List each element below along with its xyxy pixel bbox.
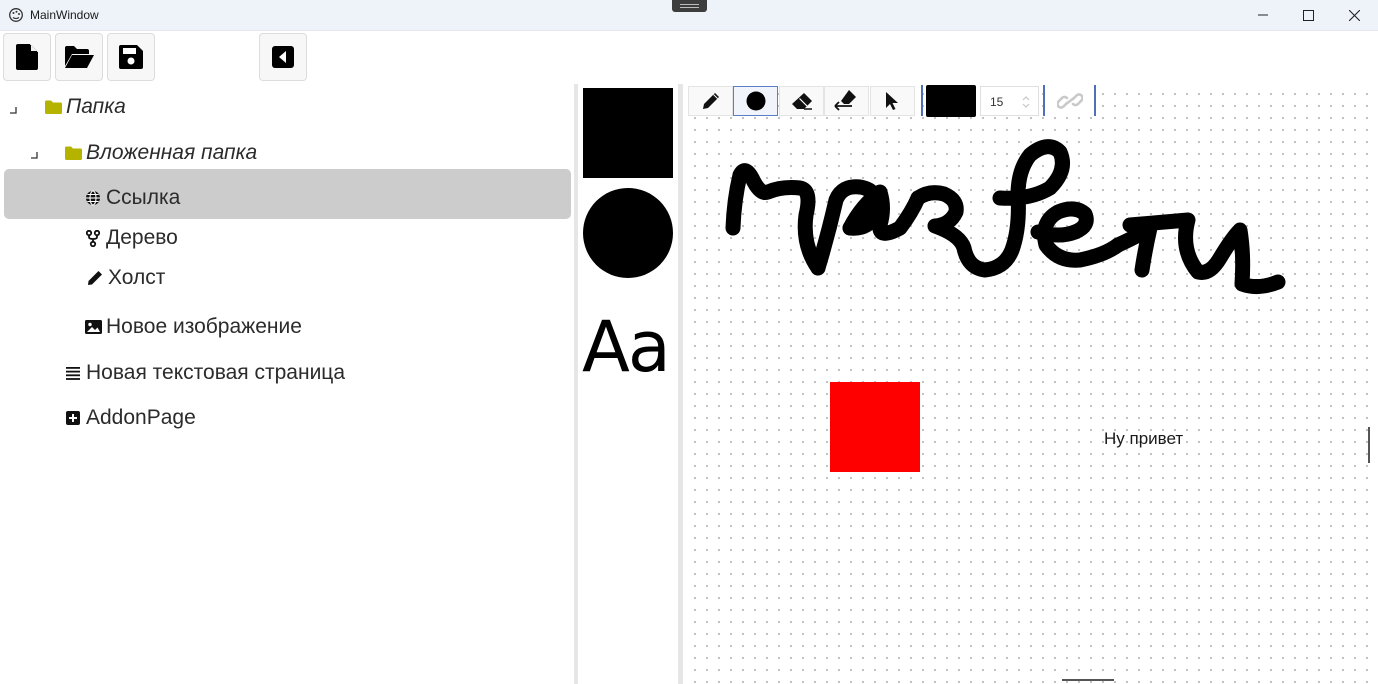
save-button[interactable]: [107, 33, 155, 81]
circle-brush-tool[interactable]: [733, 86, 778, 116]
tree-item-new-image[interactable]: Новое изображение: [84, 307, 302, 347]
title-bar: MainWindow: [0, 0, 1378, 31]
collapse-icon[interactable]: [30, 148, 40, 159]
palette-square[interactable]: [583, 88, 673, 178]
tree-item-addon-page[interactable]: AddonPage: [64, 398, 196, 438]
vertical-scrollbar[interactable]: [1368, 427, 1370, 463]
tree-item-canvas[interactable]: Холст: [86, 258, 165, 298]
text-lines-icon: [64, 364, 82, 382]
circle-brush-icon: [746, 91, 765, 111]
toolbar-separator: [1094, 85, 1096, 116]
snap-grip[interactable]: [672, 0, 707, 12]
new-file-button[interactable]: [3, 33, 51, 81]
tree-item-nested-folder[interactable]: Вложенная папка: [64, 133, 257, 173]
caret-left-square-icon: [272, 46, 294, 68]
tree-item-folder[interactable]: Папка: [44, 87, 126, 127]
collapse-panel-button[interactable]: [259, 33, 307, 81]
image-icon: [84, 318, 102, 336]
file-icon: [16, 44, 38, 70]
drawing-canvas[interactable]: [685, 84, 1378, 684]
minimize-button[interactable]: [1240, 0, 1286, 31]
branch-icon: [84, 229, 102, 247]
pointer-icon: [885, 92, 898, 110]
maximize-button[interactable]: [1285, 0, 1331, 31]
pencil-tool[interactable]: [688, 86, 733, 116]
erase-back-tool[interactable]: [824, 86, 869, 116]
page-tree: Папка Вложенная папка Ссылка Дерево Холс…: [0, 84, 574, 684]
stepper-arrows-icon[interactable]: [1021, 94, 1031, 110]
select-tool[interactable]: [870, 86, 915, 116]
close-button[interactable]: [1331, 0, 1377, 31]
pencil-icon: [86, 269, 104, 287]
link-icon: [1057, 93, 1083, 109]
eraser-icon: [791, 93, 812, 110]
floppy-disk-icon: [119, 45, 143, 69]
palette-splitter[interactable]: [678, 84, 683, 684]
tree-item-label: Ссылка: [106, 186, 181, 209]
folder-icon: [44, 98, 62, 116]
tree-item-label: Холст: [108, 266, 166, 289]
pencil-icon: [702, 93, 719, 109]
brush-size-value: 15: [990, 95, 1004, 109]
tree-item-label: AddonPage: [86, 406, 196, 429]
tree-splitter[interactable]: [574, 84, 578, 684]
tree-item-text-page[interactable]: Новая текстовая страница: [64, 353, 345, 393]
canvas-red-square[interactable]: [830, 382, 920, 472]
erase-back-icon: [833, 90, 856, 111]
tree-item-label: Новое изображение: [106, 315, 302, 338]
horizontal-scrollbar[interactable]: [1062, 679, 1114, 681]
minimize-icon: [1258, 14, 1268, 16]
link-button[interactable]: [1047, 86, 1093, 116]
tree-item-label: Вложенная папка: [86, 141, 258, 164]
folder-open-icon: [65, 46, 94, 68]
folder-icon: [64, 144, 82, 162]
tree-item-link[interactable]: Ссылка: [84, 178, 180, 218]
open-folder-button[interactable]: [55, 33, 103, 81]
toolbar-separator: [1043, 85, 1045, 116]
app-icon: [8, 7, 24, 23]
plus-square-icon: [64, 409, 82, 427]
canvas-text-box[interactable]: Ну привет: [1104, 429, 1183, 449]
toolbar-separator: [921, 85, 923, 116]
palette-text[interactable]: Aa: [582, 305, 671, 389]
brush-size-stepper[interactable]: 15: [980, 86, 1039, 116]
collapse-icon[interactable]: [9, 103, 19, 114]
palette-circle[interactable]: [583, 188, 673, 278]
close-icon: [1349, 10, 1360, 21]
tree-item-label: Папка: [66, 95, 126, 118]
color-picker[interactable]: [926, 85, 976, 117]
globe-icon: [84, 189, 102, 207]
eraser-tool[interactable]: [779, 86, 824, 116]
tree-item-label: Дерево: [106, 226, 178, 249]
window-title: MainWindow: [30, 8, 99, 22]
maximize-icon: [1303, 10, 1314, 21]
tree-item-tree[interactable]: Дерево: [84, 218, 178, 258]
tree-item-label: Новая текстовая страница: [86, 361, 346, 384]
